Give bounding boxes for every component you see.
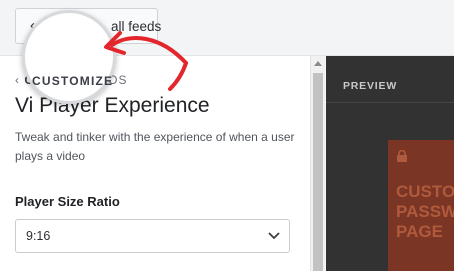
page-title-prefix: Vi <box>15 94 34 117</box>
annotation-arrow-icon <box>104 31 188 91</box>
scroll-up-arrow-icon[interactable] <box>314 61 322 66</box>
player-size-ratio-label: Player Size Ratio <box>15 194 120 209</box>
chevron-left-icon: ‹ <box>15 73 25 87</box>
chevron-down-icon <box>268 232 280 240</box>
preview-divider <box>326 102 454 103</box>
player-size-ratio-select[interactable]: 9:16 <box>15 219 290 253</box>
video-overlay-text: CUSTO PASSW PAGE <box>396 182 454 241</box>
scroll-thumb[interactable] <box>313 73 323 271</box>
page-title: Vi Player Experience <box>15 94 210 118</box>
lock-icon <box>397 150 407 162</box>
page-description: Tweak and tinker with the experience of … <box>15 130 295 163</box>
video-thumbnail[interactable]: CUSTO PASSW PAGE <box>388 140 454 271</box>
preview-label: PREVIEW <box>343 80 398 92</box>
select-value: 9:16 <box>26 229 51 243</box>
preview-area: PREVIEW CUSTO PASSW PAGE <box>326 56 454 271</box>
panel-scrollbar[interactable] <box>310 56 325 271</box>
